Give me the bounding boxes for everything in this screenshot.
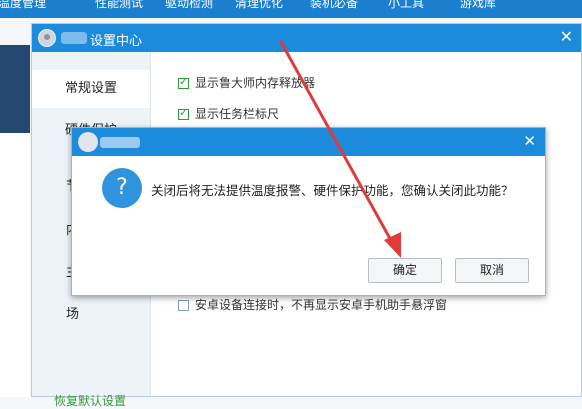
option-label: 显示任务栏标尺 xyxy=(195,107,280,121)
background-panel-lower xyxy=(0,133,30,397)
option-taskbar-ruler[interactable]: 显示任务栏标尺 xyxy=(178,105,279,122)
confirm-dialog: ✕ ? 关闭后将无法提供温度报警、硬件保护功能，您确认关闭此功能？ 确定 取消 xyxy=(71,127,546,296)
confirm-ok-button[interactable]: 确定 xyxy=(368,258,442,283)
dialog-title-bar: ✕ xyxy=(72,128,545,156)
user-avatar-icon xyxy=(38,29,56,47)
app-top-nav: 温度管理 性能测试 驱动检测 清理优化 装机必备 小工具 游戏库 xyxy=(0,0,582,18)
nav-item-cleanup[interactable]: 清理优化 xyxy=(235,0,283,11)
checkbox-taskbar-ruler[interactable] xyxy=(178,106,189,120)
nav-item-driver[interactable]: 驱动检测 xyxy=(165,0,213,11)
checkbox-android-floating[interactable] xyxy=(178,300,189,311)
dialog-avatar-icon xyxy=(78,132,98,152)
background-panel xyxy=(0,45,30,133)
dialog-message: 关闭后将无法提供温度报警、硬件保护功能，您确认关闭此功能？ xyxy=(151,183,514,198)
nav-item-temperature[interactable]: 温度管理 xyxy=(0,0,46,11)
question-icon: ? xyxy=(102,168,142,208)
nav-item-tools[interactable]: 小工具 xyxy=(388,0,424,11)
restore-defaults-link[interactable]: 恢复默认设置 xyxy=(54,392,126,409)
nav-item-install[interactable]: 装机必备 xyxy=(310,0,358,11)
nav-item-performance[interactable]: 性能测试 xyxy=(95,0,143,11)
option-memory-releaser[interactable]: 显示鲁大师内存释放器 xyxy=(178,74,315,91)
checkbox-memory-releaser[interactable] xyxy=(178,75,189,89)
dialog-blurred-title xyxy=(100,137,140,148)
settings-close-icon[interactable]: ✕ xyxy=(560,28,573,46)
nav-item-games[interactable]: 游戏库 xyxy=(460,0,496,11)
dialog-close-icon[interactable]: ✕ xyxy=(523,132,536,150)
sidebar-item-general[interactable]: 常规设置 xyxy=(32,70,150,108)
blurred-username xyxy=(61,32,87,44)
confirm-cancel-button[interactable]: 取消 xyxy=(455,258,529,283)
option-label: 显示鲁大师内存释放器 xyxy=(195,76,316,90)
option-label: 安卓设备连接时，不再显示安卓手机助手悬浮窗 xyxy=(195,298,448,312)
settings-title: 设置中心 xyxy=(90,34,143,49)
option-android-floating[interactable]: 安卓设备连接时，不再显示安卓手机助手悬浮窗 xyxy=(178,296,447,313)
settings-title-bar: 设置中心 ✕ xyxy=(32,24,581,52)
sidebar-item-6[interactable]: 场 xyxy=(32,296,150,334)
